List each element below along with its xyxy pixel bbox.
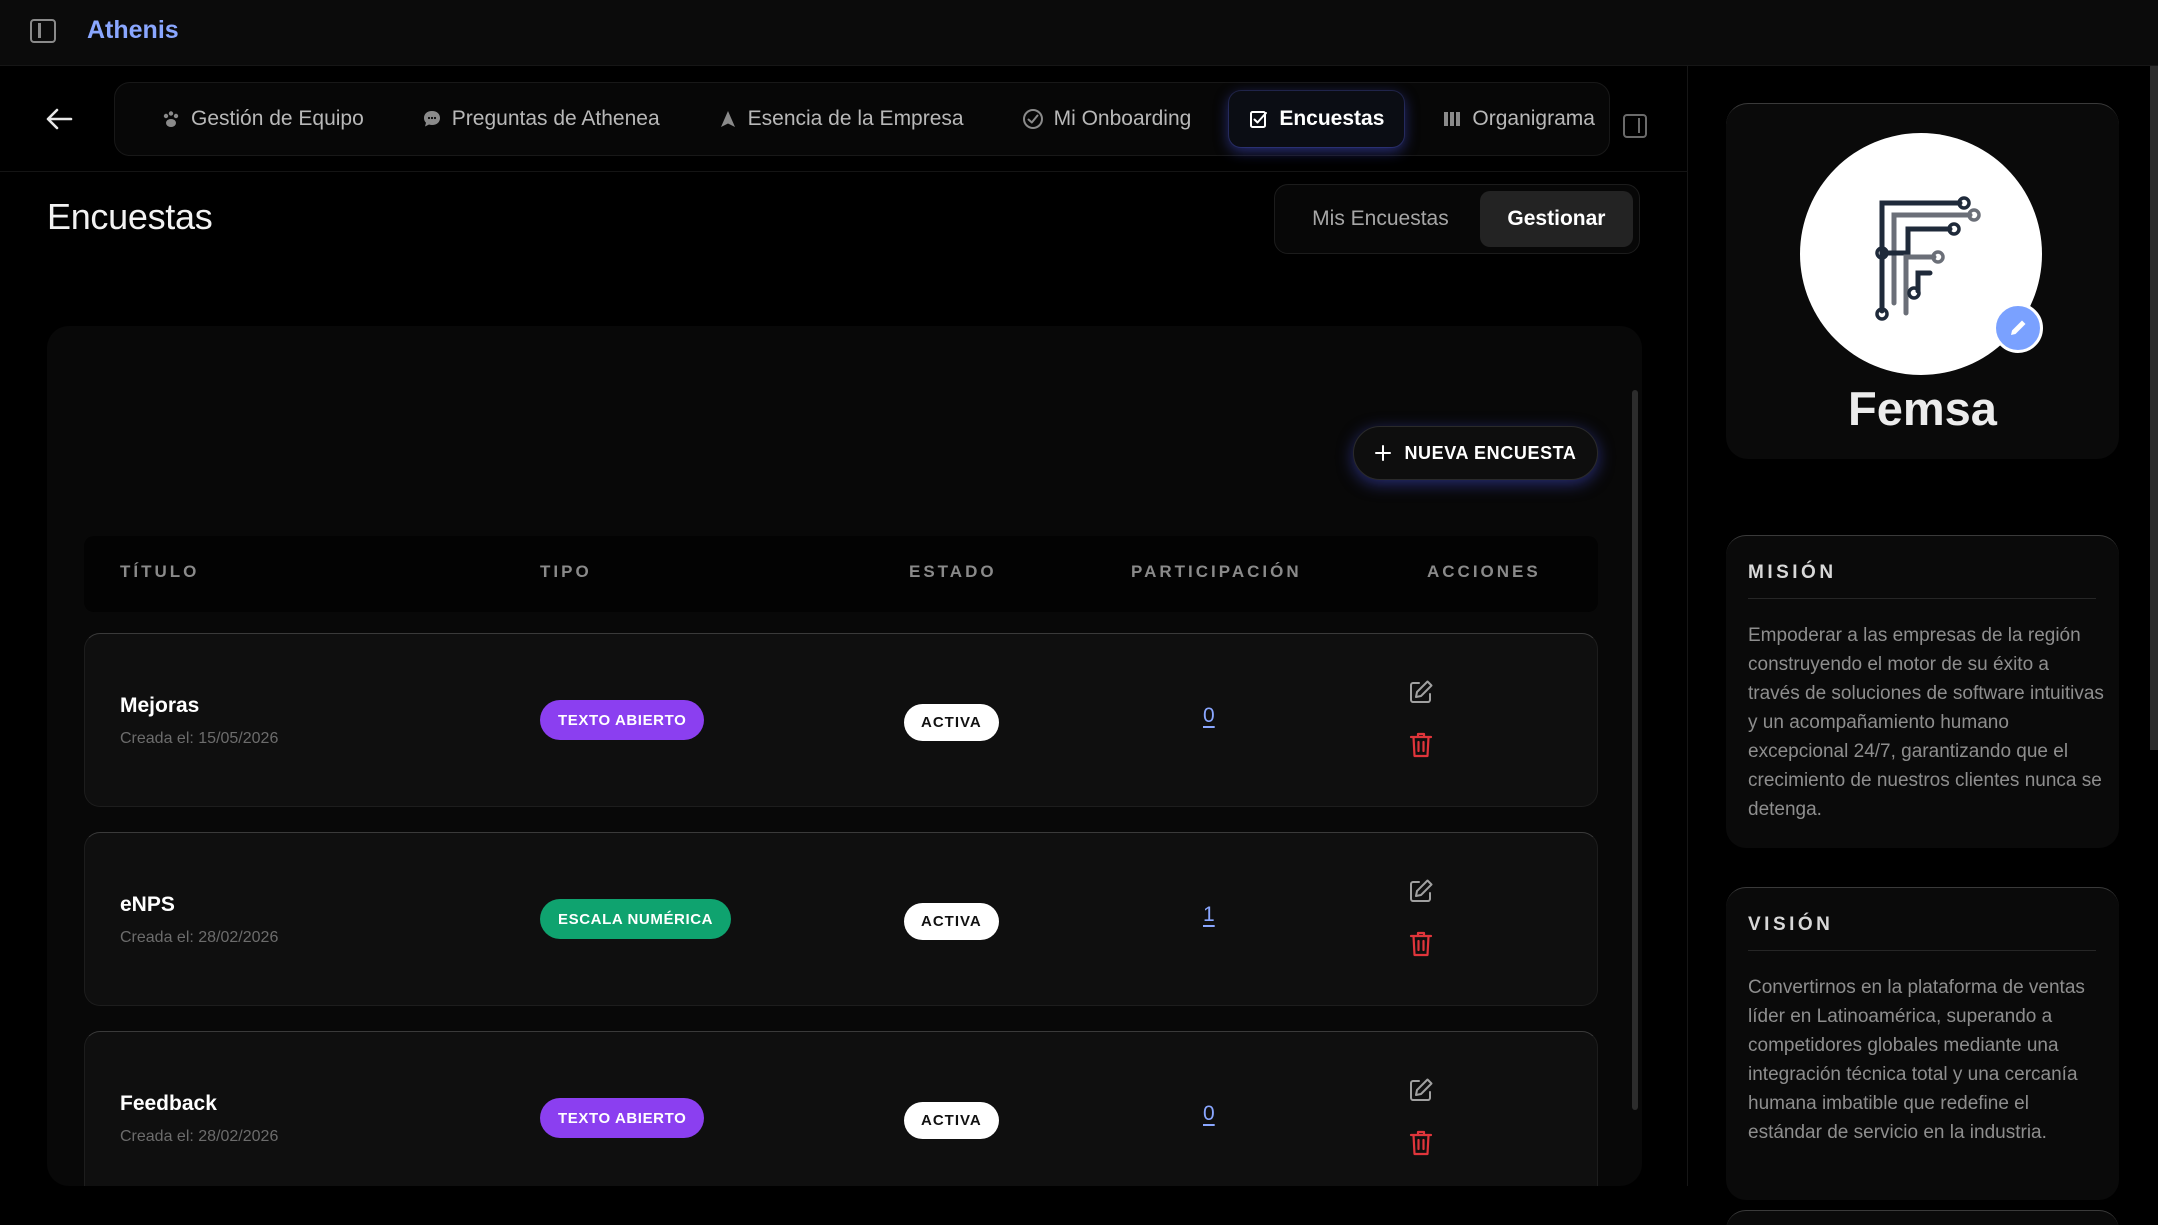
back-arrow-icon[interactable] xyxy=(44,104,74,134)
tab-encuestas[interactable]: Encuestas xyxy=(1229,91,1405,147)
tab-label: Organigrama xyxy=(1472,107,1595,130)
tab-gestion-equipo[interactable]: Gestión de Equipo xyxy=(141,91,384,147)
divider xyxy=(1748,598,2096,599)
tab-label: Esencia de la Empresa xyxy=(747,107,964,130)
tab-esencia-empresa[interactable]: Esencia de la Empresa xyxy=(698,91,984,147)
header-actions: ACCIONES xyxy=(1427,562,1541,581)
survey-title: eNPS xyxy=(120,893,175,916)
plus-icon xyxy=(1375,445,1392,461)
nav-row: Gestión de Equipo Preguntas de Athenea E… xyxy=(0,66,1688,172)
right-panel-toggle-icon[interactable] xyxy=(1623,114,1647,138)
table-header: TÍTULO TIPO ESTADO PARTICIPACIÓN ACCIONE… xyxy=(84,536,1598,612)
new-survey-label: NUEVA ENCUESTA xyxy=(1404,442,1577,463)
participation-link[interactable]: 1 xyxy=(1203,903,1215,927)
type-badge: TEXTO ABIERTO xyxy=(540,700,705,740)
participation-link[interactable]: 0 xyxy=(1203,704,1215,728)
vision-card: VISIÓN Convertirnos en la plataforma de … xyxy=(1726,887,2119,1200)
tab-label: Gestión de Equipo xyxy=(191,107,364,130)
table-row: Mejoras Creada el: 15/05/2026 TEXTO ABIE… xyxy=(84,633,1598,807)
trash-icon[interactable] xyxy=(1409,1129,1433,1157)
pencil-icon xyxy=(2011,320,2026,335)
tab-label: Mi Onboarding xyxy=(1053,107,1192,130)
participation-link[interactable]: 0 xyxy=(1203,1102,1215,1126)
mis-encuestas-option[interactable]: Mis Encuestas xyxy=(1281,191,1480,247)
vision-heading: VISIÓN xyxy=(1748,914,1834,935)
type-badge: ESCALA NUMÉRICA xyxy=(540,899,732,939)
page-scrollbar[interactable] xyxy=(2150,66,2158,750)
mission-card: MISIÓN Empoderar a las empresas de la re… xyxy=(1726,535,2119,848)
page-title: Encuestas xyxy=(47,196,213,237)
mission-text: Empoderar a las empresas de la región co… xyxy=(1748,625,2104,820)
navigation-arrow-icon xyxy=(720,111,735,127)
header-title: TÍTULO xyxy=(120,562,200,581)
gestionar-option[interactable]: Gestionar xyxy=(1479,191,1633,247)
tab-label: Preguntas de Athenea xyxy=(451,107,660,130)
status-badge: ACTIVA xyxy=(904,1102,999,1139)
view-segmented-control: Mis Encuestas Gestionar xyxy=(1274,184,1640,254)
columns-icon xyxy=(1444,112,1461,126)
check-circle-icon xyxy=(1022,109,1043,129)
sidebar-toggle-icon[interactable] xyxy=(30,19,56,43)
checklist-icon xyxy=(1250,111,1268,128)
survey-date: Creada el: 15/05/2026 xyxy=(120,730,279,747)
header-status: ESTADO xyxy=(909,562,997,581)
tab-mi-onboarding[interactable]: Mi Onboarding xyxy=(1002,91,1212,147)
bottom-spacer xyxy=(0,1186,1688,1225)
paw-icon xyxy=(163,111,179,127)
company-profile-card: Femsa xyxy=(1726,103,2119,459)
status-badge: ACTIVA xyxy=(904,903,999,940)
tab-preguntas-athenea[interactable]: Preguntas de Athenea xyxy=(402,91,680,147)
brand-title[interactable]: Athenis xyxy=(87,16,179,45)
survey-title: Feedback xyxy=(120,1092,217,1115)
edit-icon[interactable] xyxy=(1408,878,1434,904)
edit-logo-button[interactable] xyxy=(1993,303,2043,353)
vision-text: Convertirnos en la plataforma de ventas … xyxy=(1748,977,2085,1143)
survey-title: Mejoras xyxy=(120,694,200,717)
chat-bubble-icon xyxy=(423,111,440,127)
trash-icon[interactable] xyxy=(1409,731,1433,759)
survey-date: Creada el: 28/02/2026 xyxy=(120,1128,279,1145)
company-name: Femsa xyxy=(1848,382,1997,435)
header-type: TIPO xyxy=(540,562,592,581)
section-tabs: Gestión de Equipo Preguntas de Athenea E… xyxy=(114,82,1610,156)
table-row: eNPS Creada el: 28/02/2026 ESCALA NUMÉRI… xyxy=(84,832,1598,1006)
type-badge: TEXTO ABIERTO xyxy=(540,1098,705,1138)
mission-heading: MISIÓN xyxy=(1748,562,1837,583)
table-scrollbar[interactable] xyxy=(1632,390,1638,1110)
tab-organigrama[interactable]: Organigrama xyxy=(1422,91,1615,147)
next-card-edge xyxy=(1726,1210,2119,1225)
survey-date: Creada el: 28/02/2026 xyxy=(120,929,279,946)
status-badge: ACTIVA xyxy=(904,704,999,741)
tab-label: Encuestas xyxy=(1279,107,1385,130)
new-survey-button[interactable]: NUEVA ENCUESTA xyxy=(1353,426,1598,480)
edit-icon[interactable] xyxy=(1408,679,1434,705)
trash-icon[interactable] xyxy=(1409,930,1433,958)
header-participation: PARTICIPACIÓN xyxy=(1131,562,1302,581)
edit-icon[interactable] xyxy=(1408,1077,1434,1103)
top-bar: Athenis xyxy=(0,0,2158,66)
company-panel: Femsa MISIÓN Empoderar a las empresas de… xyxy=(1689,66,2158,1225)
divider xyxy=(1748,950,2096,951)
table-row: Feedback Creada el: 28/02/2026 TEXTO ABI… xyxy=(84,1031,1598,1205)
